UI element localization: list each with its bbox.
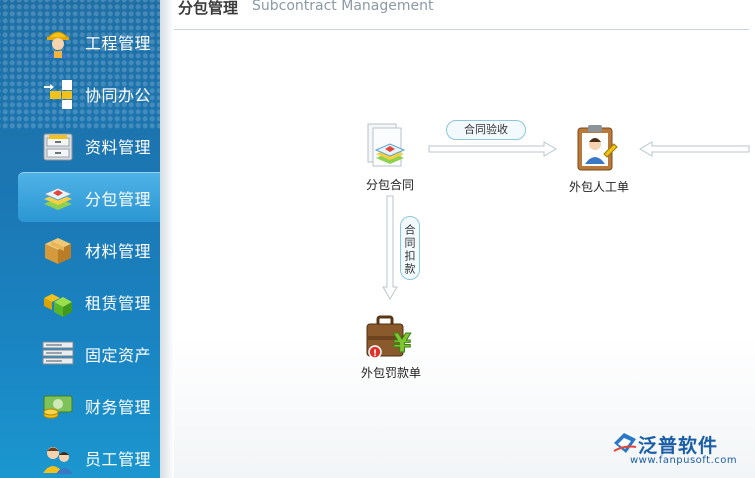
file-cabinet-icon (43, 133, 73, 161)
edge-label-deduct[interactable]: 合同扣款 (400, 216, 420, 280)
node-subcontract-contract[interactable]: 分包合同 (362, 122, 418, 192)
clipboard-person-icon (577, 125, 618, 171)
sidebar-item-documents[interactable]: 资料管理 (0, 120, 160, 170)
flow-connectors (382, 141, 750, 300)
edge-label-accept[interactable]: 合同验收 (446, 120, 526, 140)
cubes-icon (44, 294, 72, 317)
sidebar-item-label: 财务管理 (85, 398, 152, 417)
sidebar-item-label: 员工管理 (85, 450, 152, 469)
blocks-icon (44, 80, 72, 109)
brand-name: 泛普软件 (638, 435, 719, 457)
users-icon (43, 447, 73, 474)
svg-text:¥: ¥ (393, 329, 411, 359)
sidebar-item-label: 工程管理 (85, 34, 152, 53)
sidebar-item-fixed-assets[interactable]: 固定资产 (0, 328, 160, 378)
contract-documents-icon (367, 123, 406, 167)
layers-icon (42, 187, 74, 210)
sidebar-item-subcontract[interactable]: 分包管理 (18, 172, 160, 222)
sidebar-item-label: 协同办公 (85, 86, 152, 105)
node-label: 分包合同 (365, 178, 414, 192)
sidebar-item-label: 租赁管理 (85, 294, 152, 313)
briefcase-yen-icon: ! ¥ (366, 315, 412, 360)
node-outsourced-penalty-order[interactable]: ! ¥ 外包罚款单 (356, 314, 426, 382)
brand-mark-icon (613, 433, 637, 453)
sidebar-item-materials[interactable]: 材料管理 (0, 224, 160, 274)
server-rack-icon (42, 341, 74, 365)
money-icon (43, 395, 73, 419)
brand-url: www.fanpusoft.com (630, 455, 738, 466)
arrow-left-connector (639, 141, 750, 157)
main-panel: 分包管理 Subcontract Management 合同验收 合同扣款 分包… (160, 0, 755, 478)
sidebar-item-project[interactable]: 工程管理 (0, 16, 160, 66)
sidebar-item-staff[interactable]: 员工管理 (0, 432, 160, 478)
arrow-down-connector (382, 195, 398, 300)
sidebar-item-collaboration[interactable]: 协同办公 (0, 68, 160, 118)
worker-icon (46, 31, 70, 58)
sidebar-item-label: 分包管理 (85, 190, 152, 209)
svg-text:!: ! (373, 349, 377, 359)
sidebar-item-label: 资料管理 (85, 138, 152, 157)
arrow-right-connector (428, 141, 557, 157)
sidebar-item-leasing[interactable]: 租赁管理 (0, 276, 160, 326)
sidebar-item-label: 固定资产 (85, 346, 152, 365)
node-label: 外包人工单 (568, 180, 629, 194)
box-icon (45, 238, 71, 264)
sidebar-item-label: 材料管理 (85, 242, 152, 261)
sidebar: 工程管理 协同办公 资料管理 分包管理 材料管理 租赁管理 固定资产 财务管理 … (0, 0, 160, 478)
sidebar-item-finance[interactable]: 财务管理 (0, 380, 160, 430)
node-outsourced-labor-order[interactable]: 外包人工单 (564, 124, 634, 194)
brand-logo: 泛普软件 www.fanpusoft.com (612, 431, 747, 471)
node-label: 外包罚款单 (360, 366, 421, 380)
